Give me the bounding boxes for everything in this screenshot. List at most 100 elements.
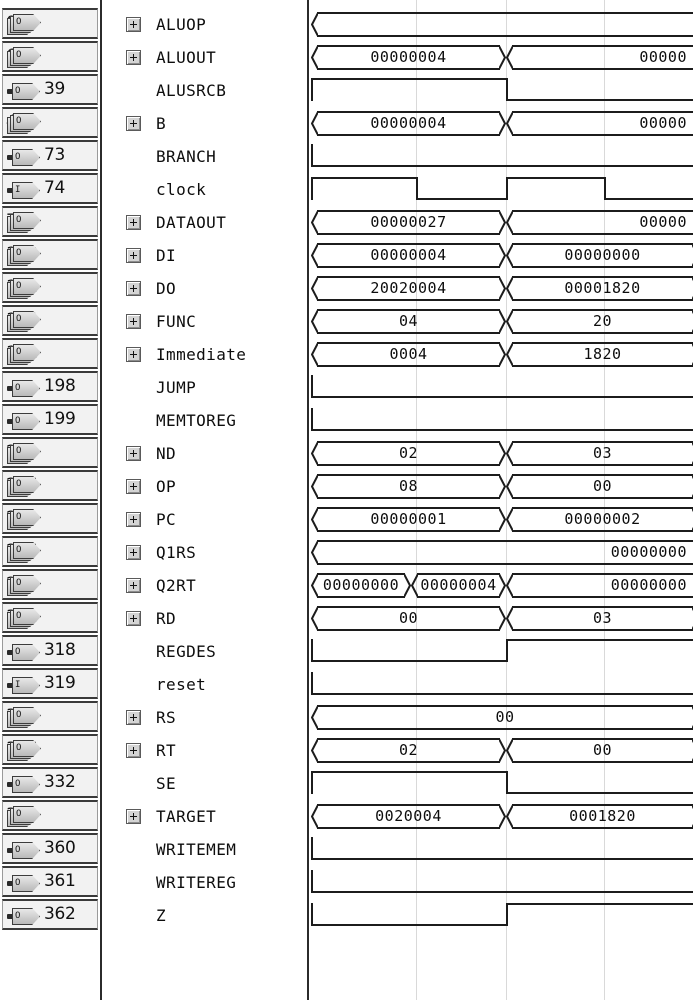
signal-name-row[interactable]: MEMTOREG [107, 404, 305, 437]
signal-id-cell[interactable]: I 319 [2, 668, 98, 699]
waveform-row[interactable] [305, 74, 693, 107]
signal-id-cell[interactable]: O141 [2, 272, 98, 303]
signal-name-row[interactable]: Immediate [107, 338, 305, 371]
expand-plus-icon[interactable] [126, 50, 141, 65]
waveform-row[interactable]: 02 00 [305, 734, 693, 767]
signal-name-row[interactable]: DO [107, 272, 305, 305]
signal-name-row[interactable]: REGDES [107, 635, 305, 668]
signal-name-row[interactable]: OP [107, 470, 305, 503]
signal-name-row[interactable]: RT [107, 734, 305, 767]
signal-name-row[interactable]: ALUOUT [107, 41, 305, 74]
waveform-row[interactable] [305, 833, 693, 866]
waveform-row[interactable]: 20020004 00001820 [305, 272, 693, 305]
signal-name-row[interactable]: clock [107, 173, 305, 206]
waveform-row[interactable]: 00000000 [305, 536, 693, 569]
signal-name-row[interactable]: PC [107, 503, 305, 536]
waveform-row[interactable] [305, 8, 693, 41]
signal-name-row[interactable]: ALUSRCB [107, 74, 305, 107]
expand-plus-icon[interactable] [126, 215, 141, 230]
signal-id-cell[interactable]: O279 [2, 569, 98, 600]
signal-id-cell[interactable]: O 318 [2, 635, 98, 666]
signal-name-row[interactable]: ALUOP [107, 8, 305, 41]
expand-plus-icon[interactable] [126, 545, 141, 560]
expand-plus-icon[interactable] [126, 611, 141, 626]
signal-id-cell[interactable]: O 198 [2, 371, 98, 402]
expand-plus-icon[interactable] [126, 512, 141, 527]
signal-name-row[interactable]: TARGET [107, 800, 305, 833]
waveform-row[interactable]: 00000000 00000004 00000000 [305, 569, 693, 602]
signal-name-row[interactable]: WRITEREG [107, 866, 305, 899]
signal-id-cell[interactable]: I 74 [2, 173, 98, 204]
signal-name-row[interactable]: Z [107, 899, 305, 932]
expand-plus-icon[interactable] [126, 116, 141, 131]
signal-id-cell[interactable]: O 199 [2, 404, 98, 435]
signal-id-cell[interactable]: O40 [2, 107, 98, 138]
signal-name-row[interactable]: DATAOUT [107, 206, 305, 239]
signal-id-cell[interactable]: O213 [2, 503, 98, 534]
waveform-row[interactable] [305, 899, 693, 932]
signal-id-cell[interactable]: O 39 [2, 74, 98, 105]
signal-id-cell[interactable]: O 361 [2, 866, 98, 897]
signal-id-cell[interactable]: O0 [2, 8, 98, 39]
signal-name-row[interactable]: reset [107, 668, 305, 701]
expand-plus-icon[interactable] [126, 248, 141, 263]
waveform-row[interactable] [305, 668, 693, 701]
signal-name-row[interactable]: B [107, 107, 305, 140]
signal-id-cell[interactable]: O326 [2, 734, 98, 765]
signal-id-cell[interactable]: O320 [2, 701, 98, 732]
waveform-row[interactable]: 00000027 00000 [305, 206, 693, 239]
signal-id-cell[interactable]: O206 [2, 470, 98, 501]
signal-id-cell[interactable]: O312 [2, 602, 98, 633]
signal-name-row[interactable]: FUNC [107, 305, 305, 338]
signal-name-row[interactable]: ND [107, 437, 305, 470]
signal-id-cell[interactable]: O200 [2, 437, 98, 468]
waveform-row[interactable] [305, 404, 693, 437]
signal-id-cell[interactable]: O75 [2, 206, 98, 237]
signal-name-row[interactable]: JUMP [107, 371, 305, 404]
signal-id-cell[interactable]: O108 [2, 239, 98, 270]
waveform-row[interactable]: 0004 1820 [305, 338, 693, 371]
expand-plus-icon[interactable] [126, 809, 141, 824]
expand-plus-icon[interactable] [126, 446, 141, 461]
signal-name-row[interactable]: RS [107, 701, 305, 734]
expand-plus-icon[interactable] [126, 314, 141, 329]
signal-name-row[interactable]: Q2RT [107, 569, 305, 602]
waveform-row[interactable] [305, 173, 693, 206]
waveform-row[interactable]: 00 [305, 701, 693, 734]
waveform-row[interactable] [305, 767, 693, 800]
waveform-row[interactable] [305, 371, 693, 404]
signal-id-cell[interactable]: O333 [2, 800, 98, 831]
signal-id-cell[interactable]: O 73 [2, 140, 98, 171]
waveform-row[interactable]: 08 00 [305, 470, 693, 503]
waveform-row[interactable]: 04 20 [305, 305, 693, 338]
waveform-row[interactable]: 00000004 00000 [305, 107, 693, 140]
expand-plus-icon[interactable] [126, 743, 141, 758]
signal-id-cell[interactable]: O 362 [2, 899, 98, 930]
signal-id-cell[interactable]: O246 [2, 536, 98, 567]
signal-name-row[interactable]: Q1RS [107, 536, 305, 569]
signal-name-row[interactable]: RD [107, 602, 305, 635]
waveform-row[interactable] [305, 866, 693, 899]
waveform-row[interactable]: 00000001 00000002 [305, 503, 693, 536]
waveform-row[interactable]: 00 03 [305, 602, 693, 635]
waveform-row[interactable]: 00000004 00000000 [305, 239, 693, 272]
waveform-row[interactable] [305, 140, 693, 173]
waveform-panel[interactable]: 00000004 00000 00000004 00000 00000027 00000 0… [305, 0, 693, 1000]
signal-name-row[interactable]: SE [107, 767, 305, 800]
signal-id-cell[interactable]: O 332 [2, 767, 98, 798]
expand-plus-icon[interactable] [126, 710, 141, 725]
signal-id-cell[interactable]: O 360 [2, 833, 98, 864]
expand-plus-icon[interactable] [126, 578, 141, 593]
waveform-row[interactable]: 00000004 00000 [305, 41, 693, 74]
waveform-row[interactable] [305, 635, 693, 668]
signal-name-row[interactable]: WRITEMEM [107, 833, 305, 866]
expand-plus-icon[interactable] [126, 17, 141, 32]
expand-plus-icon[interactable] [126, 347, 141, 362]
signal-id-cell[interactable]: O6 [2, 41, 98, 72]
signal-name-row[interactable]: BRANCH [107, 140, 305, 173]
expand-plus-icon[interactable] [126, 479, 141, 494]
waveform-row[interactable]: 0020004 0001820 [305, 800, 693, 833]
signal-id-cell[interactable]: O174 [2, 305, 98, 336]
waveform-row[interactable]: 02 03 [305, 437, 693, 470]
expand-plus-icon[interactable] [126, 281, 141, 296]
